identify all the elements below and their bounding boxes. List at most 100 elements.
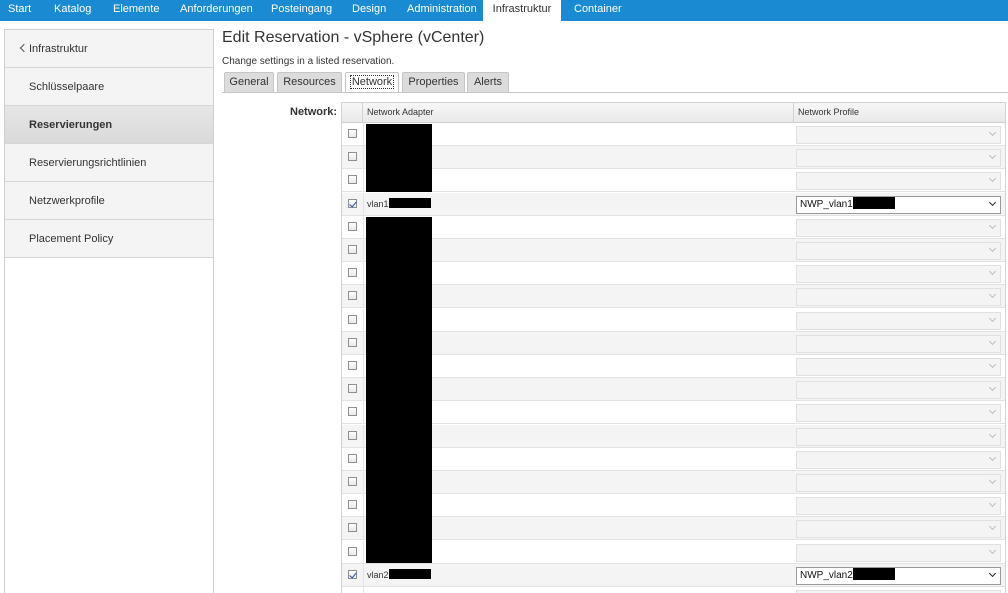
- row-checkbox[interactable]: [348, 500, 357, 510]
- network-profile-select[interactable]: [796, 381, 1001, 400]
- network-profile-select[interactable]: [796, 311, 1001, 330]
- chevron-down-icon: [988, 430, 997, 438]
- row-divider: [363, 331, 364, 355]
- network-profile-select[interactable]: [796, 288, 1001, 307]
- row-checkbox[interactable]: [348, 268, 357, 278]
- network-profile-select[interactable]: [796, 334, 1001, 353]
- sidebar-item-label: Reservierungen: [29, 119, 113, 131]
- network-profile-select[interactable]: [796, 427, 1001, 446]
- network-profile-select[interactable]: [796, 543, 1001, 562]
- row-checkbox[interactable]: [348, 477, 357, 486]
- row-checkbox[interactable]: [348, 453, 357, 463]
- network-profile-select[interactable]: [796, 172, 1001, 191]
- chevron-down-icon: [988, 175, 997, 183]
- network-profile-select[interactable]: [796, 218, 1001, 237]
- row-checkbox[interactable]: [348, 430, 357, 440]
- column-header-network-profile[interactable]: Network Profile: [794, 103, 1005, 123]
- row-checkbox[interactable]: [348, 291, 357, 301]
- network-profile-select[interactable]: [796, 242, 1001, 260]
- row-divider: [363, 424, 364, 448]
- network-profile-select[interactable]: [796, 126, 1001, 144]
- sidebar-item-placement-policy[interactable]: Placement Policy: [5, 220, 213, 258]
- row-checkbox[interactable]: [348, 314, 357, 324]
- profile-label: NWP_vlan2: [800, 569, 853, 581]
- table-row: [342, 378, 1005, 402]
- nav-design[interactable]: Design: [352, 0, 386, 21]
- sidebar-item-label: Reservierungsrichtlinien: [29, 157, 147, 169]
- chevron-down-icon: [988, 244, 997, 253]
- row-checkbox[interactable]: [348, 198, 357, 208]
- row-checkbox[interactable]: [348, 361, 357, 370]
- network-profile-select[interactable]: [796, 450, 1001, 469]
- network-profile-select[interactable]: [796, 474, 1001, 492]
- table-row: [342, 331, 1005, 355]
- redaction-block: [366, 124, 432, 192]
- grid-header: Network Adapter Network Profile: [342, 102, 1005, 123]
- network-profile-select[interactable]: [796, 520, 1001, 539]
- network-adapter-name: vlan1: [367, 193, 431, 215]
- row-divider: [363, 239, 364, 262]
- row-checkbox[interactable]: [348, 129, 357, 138]
- nav-infrastruktur[interactable]: Infrastruktur: [483, 0, 561, 21]
- nav-administration[interactable]: Administration: [407, 0, 477, 21]
- network-adapter-name: vlan2: [367, 564, 431, 586]
- row-checkbox[interactable]: [348, 337, 357, 347]
- table-row: [342, 239, 1005, 262]
- adapter-label: vlan2: [367, 569, 389, 580]
- network-field-label: Network:: [290, 106, 338, 118]
- header-checkbox-column: [342, 103, 363, 123]
- table-row: [342, 308, 1005, 332]
- tab-resources[interactable]: Resources: [277, 72, 342, 92]
- network-profile-select[interactable]: [796, 497, 1001, 516]
- table-row: [342, 123, 1005, 146]
- tab-label: Alerts: [473, 76, 503, 88]
- table-row: [342, 587, 1005, 593]
- nav-elemente[interactable]: Elemente: [113, 0, 159, 21]
- network-profile-select[interactable]: NWP_vlan1: [796, 195, 1001, 214]
- network-profile-select[interactable]: [796, 358, 1001, 376]
- nav-container[interactable]: Container: [574, 0, 622, 21]
- row-checkbox[interactable]: [348, 245, 357, 254]
- row-checkbox[interactable]: [348, 175, 357, 185]
- sidebar-item-reservierungsrichtlinien[interactable]: Reservierungsrichtlinien: [5, 144, 213, 182]
- row-divider: [363, 517, 364, 541]
- sidebar-item-reservierungen[interactable]: Reservierungen: [5, 106, 213, 144]
- row-checkbox[interactable]: [348, 523, 357, 533]
- table-row: [342, 401, 1005, 425]
- nav-posteingang[interactable]: Posteingang: [271, 0, 332, 21]
- tab-general[interactable]: General: [224, 72, 274, 92]
- row-checkbox[interactable]: [348, 569, 357, 579]
- row-divider: [363, 447, 364, 471]
- network-profile-select[interactable]: [796, 404, 1001, 423]
- tab-network[interactable]: Network: [345, 72, 399, 93]
- chevron-down-icon: [988, 407, 997, 415]
- table-row: vlan1 NWP_vlan1: [342, 192, 1005, 216]
- table-row: [342, 447, 1005, 471]
- tab-label: Resources: [283, 76, 336, 88]
- chevron-down-icon: [988, 221, 997, 229]
- sidebar: Infrastruktur Schlüsselpaare Reservierun…: [4, 29, 214, 593]
- row-checkbox[interactable]: [348, 221, 357, 231]
- network-profile-value: NWP_vlan1: [800, 196, 895, 213]
- network-profile-select[interactable]: NWP_vlan2: [796, 566, 1001, 585]
- page-title: Edit Reservation - vSphere (vCenter): [222, 29, 485, 46]
- sidebar-item-netzwerkprofile[interactable]: Netzwerkprofile: [5, 182, 213, 220]
- network-profile-select[interactable]: [796, 149, 1001, 168]
- nav-start[interactable]: Start: [8, 0, 31, 21]
- sidebar-back-infrastruktur[interactable]: Infrastruktur: [5, 30, 213, 68]
- table-row: [342, 169, 1005, 193]
- tab-alerts[interactable]: Alerts: [467, 72, 509, 92]
- tab-properties[interactable]: Properties: [402, 72, 465, 92]
- nav-katalog[interactable]: Katalog: [54, 0, 91, 21]
- nav-anforderungen[interactable]: Anforderungen: [180, 0, 253, 21]
- row-divider: [363, 262, 364, 286]
- chevron-down-icon: [988, 152, 997, 160]
- row-checkbox[interactable]: [348, 407, 357, 417]
- row-checkbox[interactable]: [348, 152, 357, 162]
- sidebar-item-schluesselpaare[interactable]: Schlüsselpaare: [5, 68, 213, 106]
- column-header-network-adapter[interactable]: Network Adapter: [363, 103, 794, 123]
- network-profile-select[interactable]: [796, 265, 1001, 284]
- row-checkbox[interactable]: [348, 546, 357, 556]
- chevron-down-icon: [988, 337, 997, 345]
- row-checkbox[interactable]: [348, 384, 357, 394]
